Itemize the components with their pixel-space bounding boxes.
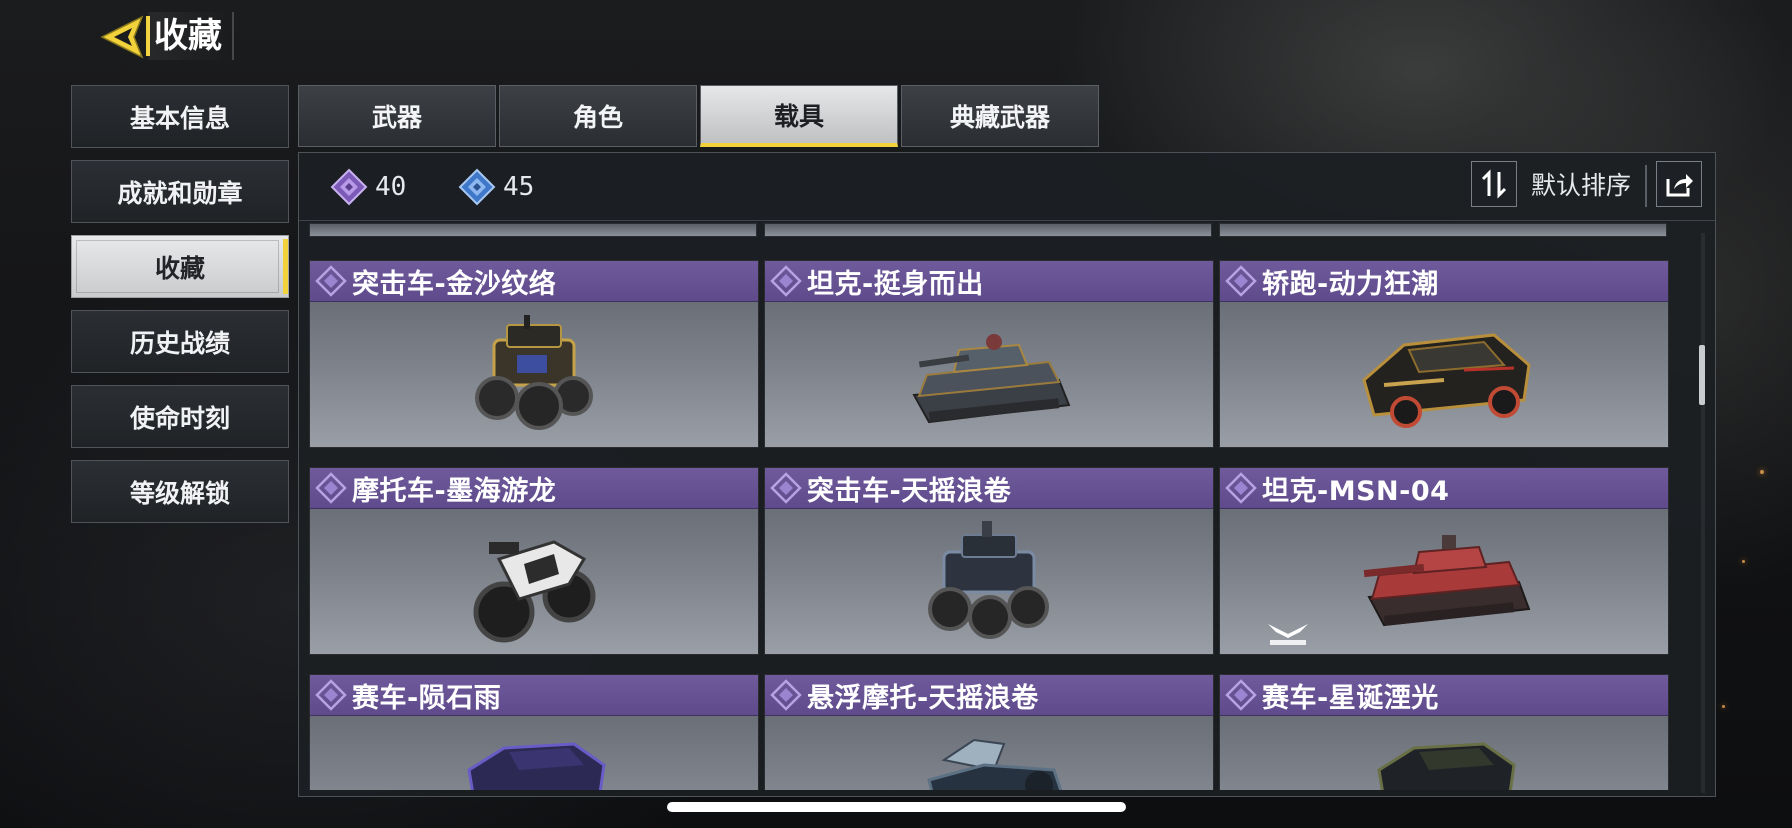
tab-characters[interactable]: 角色 <box>499 85 697 147</box>
rarity-diamond-icon <box>1225 472 1257 504</box>
motorcycle-vehicle-image <box>310 509 758 654</box>
rarity-diamond-icon <box>1225 679 1257 711</box>
rarity-diamond-icon <box>315 265 347 297</box>
rarity-diamond-icon <box>770 472 802 504</box>
card-header: 悬浮摩托-天摇浪卷 <box>765 675 1213 716</box>
grid-scrollbar-thumb[interactable] <box>1699 345 1705 405</box>
share-icon <box>1666 174 1693 197</box>
hover-bike-vehicle-image <box>765 716 1213 790</box>
nav-item-collection[interactable]: 收藏 <box>71 235 289 298</box>
blue-count-value: 45 <box>503 172 535 202</box>
share-button[interactable] <box>1656 161 1702 207</box>
card-header: 摩托车-墨海游龙 <box>310 468 758 509</box>
vehicle-card[interactable]: 悬浮摩托-天摇浪卷 <box>764 674 1214 790</box>
vehicle-name: 摩托车-墨海游龙 <box>352 475 557 507</box>
collection-panel: 40 45 默认排序 突击车-金沙纹络 坦克-挺身而出 轿跑-动力狂潮 摩托车-… <box>298 152 1716 797</box>
buggy-gold-vehicle-image <box>310 302 758 447</box>
sort-order-label[interactable]: 默认排序 <box>1531 165 1631 207</box>
buggy-gold-vehicle-icon <box>475 314 593 430</box>
vehicle-card[interactable]: 坦克-MSN-04 <box>1219 467 1669 655</box>
nav-item-level-unlock[interactable]: 等级解锁 <box>71 460 289 523</box>
rarity-diamond-icon <box>1225 265 1257 297</box>
back-arrow-icon <box>100 15 144 59</box>
stat-blue-count: 45 <box>457 167 534 207</box>
rarity-diamond-icon <box>770 265 802 297</box>
vehicle-card[interactable]: 突击车-金沙纹络 <box>309 260 759 448</box>
card-header: 赛车-陨石雨 <box>310 675 758 716</box>
toolbar-divider <box>1645 165 1647 207</box>
rarity-diamond-icon <box>315 679 347 711</box>
tank-red-vehicle-icon <box>1363 534 1531 626</box>
sports-car-black-gold-vehicle-icon <box>1362 332 1531 428</box>
card-header: 突击车-金沙纹络 <box>310 261 758 302</box>
buggy-blue-vehicle-icon <box>928 520 1049 639</box>
nav-item-basic-info[interactable]: 基本信息 <box>71 85 289 148</box>
sort-toggle-button[interactable] <box>1471 161 1517 207</box>
tank-camo-vehicle-icon <box>912 333 1071 423</box>
ember-particle <box>1760 470 1764 474</box>
panel-toolbar: 40 45 默认排序 <box>299 153 1715 221</box>
nav-item-moments[interactable]: 使命时刻 <box>71 385 289 448</box>
race-car-dark-vehicle-image <box>1220 716 1668 790</box>
buggy-blue-vehicle-image <box>765 509 1213 654</box>
vehicle-name: 坦克-MSN-04 <box>1262 475 1450 507</box>
ember-particle <box>1742 560 1745 563</box>
brand-logo-icon <box>1268 624 1308 645</box>
tab-weapons[interactable]: 武器 <box>298 85 496 147</box>
category-tabs: 武器 角色 载具 典藏武器 <box>298 85 1102 147</box>
nav-item-achievements[interactable]: 成就和勋章 <box>71 160 289 223</box>
blue-diamond-icon <box>458 168 496 206</box>
vehicle-card-partial[interactable] <box>764 223 1212 237</box>
grid-scroll-track <box>1701 233 1705 793</box>
vehicle-name: 轿跑-动力狂潮 <box>1262 268 1439 300</box>
race-car-purple-vehicle-image <box>310 716 758 790</box>
left-nav: 基本信息 成就和勋章 收藏 历史战绩 使命时刻 等级解锁 <box>71 85 289 535</box>
vehicle-name: 赛车-星诞湮光 <box>1262 682 1439 714</box>
vehicle-name: 突击车-天摇浪卷 <box>807 475 1012 507</box>
vehicle-card-partial[interactable] <box>1219 223 1667 237</box>
vehicle-card[interactable]: 摩托车-墨海游龙 <box>309 467 759 655</box>
race-car-dark-vehicle-icon <box>1377 742 1516 790</box>
motorcycle-white-vehicle-icon <box>473 540 596 643</box>
card-header: 坦克-MSN-04 <box>1220 468 1668 509</box>
stat-purple-count: 40 <box>329 167 406 207</box>
vehicle-card[interactable]: 轿跑-动力狂潮 <box>1219 260 1669 448</box>
vehicle-name: 坦克-挺身而出 <box>807 268 984 300</box>
tab-legendary-weapons[interactable]: 典藏武器 <box>901 85 1099 147</box>
card-header: 赛车-星诞湮光 <box>1220 675 1668 716</box>
card-header: 突击车-天摇浪卷 <box>765 468 1213 509</box>
vehicle-card[interactable]: 坦克-挺身而出 <box>764 260 1214 448</box>
hover-bike-vehicle-icon <box>927 738 1063 790</box>
card-header: 坦克-挺身而出 <box>765 261 1213 302</box>
race-car-purple-vehicle-icon <box>467 742 606 790</box>
tank-camo-vehicle-image <box>765 302 1213 447</box>
vehicle-card-partial[interactable] <box>309 223 757 237</box>
vehicle-name: 赛车-陨石雨 <box>352 682 502 714</box>
vehicle-grid: 突击车-金沙纹络 坦克-挺身而出 轿跑-动力狂潮 摩托车-墨海游龙 突击车-天摇… <box>309 223 1679 790</box>
vehicle-card[interactable]: 赛车-星诞湮光 <box>1219 674 1669 790</box>
vehicle-card[interactable]: 突击车-天摇浪卷 <box>764 467 1214 655</box>
vehicle-name: 悬浮摩托-天摇浪卷 <box>807 682 1039 714</box>
card-header: 轿跑-动力狂潮 <box>1220 261 1668 302</box>
vehicle-card[interactable]: 赛车-陨石雨 <box>309 674 759 790</box>
home-indicator[interactable] <box>667 802 1126 812</box>
purple-diamond-icon <box>330 168 368 206</box>
ember-particle <box>1722 705 1725 708</box>
rarity-diamond-icon <box>315 472 347 504</box>
back-button[interactable] <box>96 14 148 60</box>
nav-item-history[interactable]: 历史战绩 <box>71 310 289 373</box>
sort-arrows-icon <box>1481 169 1507 199</box>
sports-car-vehicle-image <box>1220 302 1668 447</box>
tab-vehicles[interactable]: 载具 <box>700 85 898 147</box>
page-title: 收藏 <box>148 12 234 60</box>
vehicle-name: 突击车-金沙纹络 <box>352 268 557 300</box>
rarity-diamond-icon <box>770 679 802 711</box>
purple-count-value: 40 <box>375 172 407 202</box>
